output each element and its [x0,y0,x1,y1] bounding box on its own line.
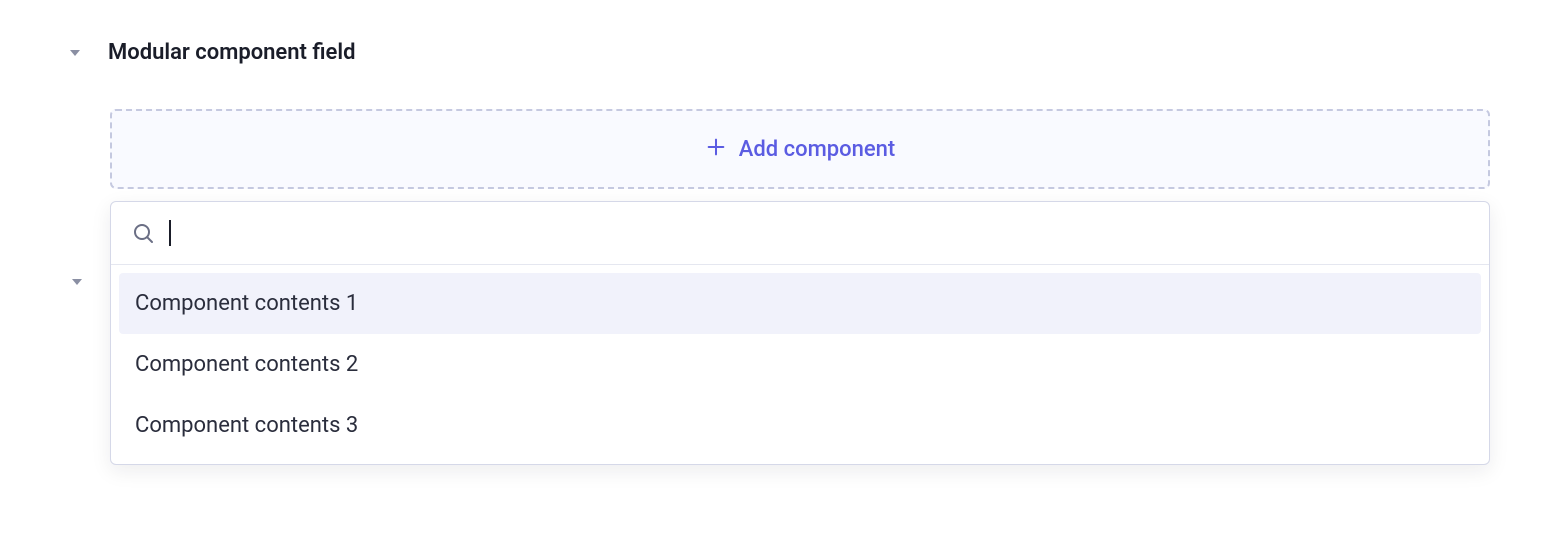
add-button-wrapper: Add component [110,109,1490,189]
add-component-button[interactable]: Add component [110,109,1490,189]
collapse-caret-icon [70,50,80,56]
option-item[interactable]: Component contents 2 [119,334,1481,395]
search-icon [131,221,155,245]
option-item[interactable]: Component contents 3 [119,395,1481,456]
search-row[interactable] [111,202,1489,265]
component-search-input[interactable] [185,220,1469,246]
component-dropdown: Component contents 1 Component contents … [110,201,1490,465]
dropdown-row: Component contents 1 Component contents … [70,201,1490,465]
plus-icon [705,136,727,162]
field-header[interactable]: Modular component field [70,40,1490,65]
text-cursor [169,220,171,246]
collapse-caret-icon[interactable] [72,279,82,285]
field-title: Modular component field [108,40,356,65]
add-component-label: Add component [739,137,895,162]
options-list: Component contents 1 Component contents … [111,265,1489,464]
modular-field-container: Modular component field Add component [0,0,1550,465]
option-item[interactable]: Component contents 1 [119,273,1481,334]
